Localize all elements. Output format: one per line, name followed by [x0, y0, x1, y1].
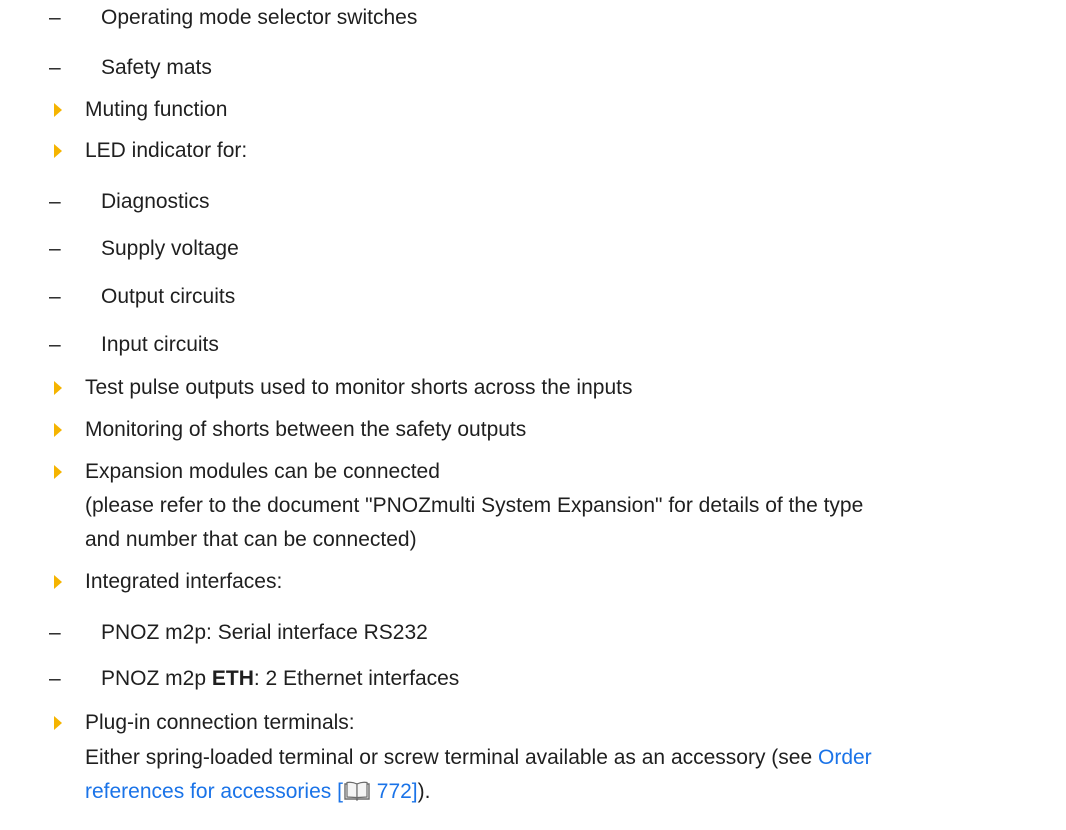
- triangle-bullet-icon: [54, 103, 62, 117]
- list-item-continuation: and number that can be connected): [85, 528, 417, 551]
- dash-bullet: –: [49, 56, 61, 79]
- triangle-bullet-icon: [54, 423, 62, 437]
- closing-punctuation: ).: [417, 780, 431, 803]
- dash-bullet: –: [49, 237, 61, 260]
- triangle-bullet-icon: [54, 144, 62, 158]
- triangle-bullet-icon: [54, 381, 62, 395]
- dash-bullet: –: [49, 621, 61, 644]
- dash-bullet: –: [49, 285, 61, 308]
- link-text: references for accessories [: [85, 780, 343, 803]
- list-item-text: Safety mats: [101, 56, 212, 79]
- list-item-text: PNOZ m2p: Serial interface RS232: [101, 621, 428, 644]
- book-icon: [344, 781, 370, 808]
- list-item-text: Test pulse outputs used to monitor short…: [85, 376, 633, 399]
- dash-bullet: –: [49, 190, 61, 213]
- list-item-text: LED indicator for:: [85, 139, 248, 162]
- product-name: PNOZ m2p: [101, 667, 212, 690]
- list-item-continuation: (please refer to the document "PNOZmulti…: [85, 494, 864, 517]
- list-item-text: Monitoring of shorts between the safety …: [85, 418, 527, 441]
- list-item-text: Input circuits: [101, 333, 219, 356]
- list-item-continuation: references for accessories [ 772]).: [85, 779, 430, 808]
- list-item-text: Expansion modules can be connected: [85, 460, 440, 483]
- list-item-text: Plug-in connection terminals:: [85, 711, 355, 734]
- dash-bullet: –: [49, 667, 61, 690]
- triangle-bullet-icon: [54, 465, 62, 479]
- order-references-link[interactable]: Order: [818, 746, 872, 769]
- interface-description: : 2 Ethernet interfaces: [253, 667, 460, 690]
- list-item-text: Diagnostics: [101, 190, 210, 213]
- plugin-note-text: Either spring-loaded terminal or screw t…: [85, 746, 818, 769]
- page-reference: 772]: [370, 780, 418, 803]
- list-item-continuation: Either spring-loaded terminal or screw t…: [85, 745, 872, 771]
- product-variant-bold: ETH: [211, 667, 254, 690]
- list-item-text: PNOZ m2p ETH: 2 Ethernet interfaces: [101, 666, 459, 692]
- list-item-text: Output circuits: [101, 285, 236, 308]
- list-item-text: Muting function: [85, 98, 228, 121]
- triangle-bullet-icon: [54, 575, 62, 589]
- dash-bullet: –: [49, 6, 61, 29]
- list-item-text: Operating mode selector switches: [101, 6, 418, 29]
- order-references-link-continued[interactable]: references for accessories [ 772]: [85, 780, 418, 803]
- dash-bullet: –: [49, 333, 61, 356]
- triangle-bullet-icon: [54, 716, 62, 730]
- list-item-text: Supply voltage: [101, 237, 239, 260]
- list-item-text: Integrated interfaces:: [85, 570, 283, 593]
